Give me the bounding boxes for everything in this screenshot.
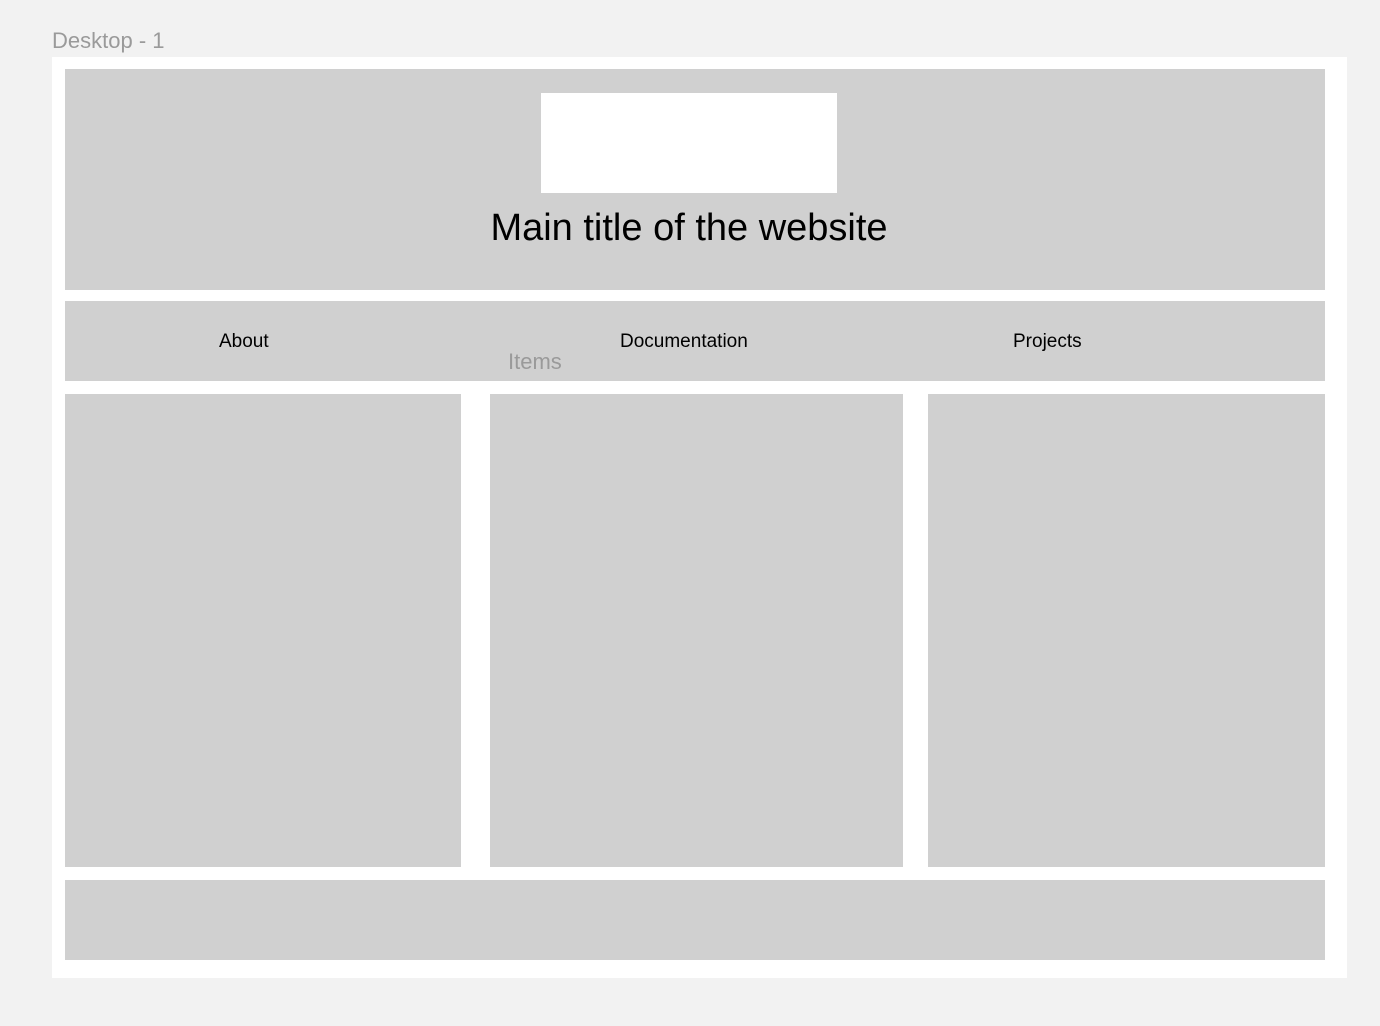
nav-item-projects[interactable]: Projects (1013, 330, 1082, 354)
nav-item-documentation[interactable]: Documentation (620, 330, 748, 354)
footer-section (65, 880, 1325, 960)
item-card (490, 394, 903, 867)
logo-placeholder (541, 93, 837, 193)
items-layer-label[interactable]: Items (508, 349, 562, 375)
frame-label[interactable]: Desktop - 1 (52, 28, 165, 54)
page-title: Main title of the website (490, 207, 888, 249)
item-card (65, 394, 461, 867)
desktop-frame: Main title of the website About Document… (52, 57, 1347, 978)
nav-bar: About Documentation Projects (65, 301, 1325, 381)
header-section: Main title of the website (65, 69, 1325, 290)
nav-item-about[interactable]: About (219, 330, 269, 354)
item-card (928, 394, 1325, 867)
